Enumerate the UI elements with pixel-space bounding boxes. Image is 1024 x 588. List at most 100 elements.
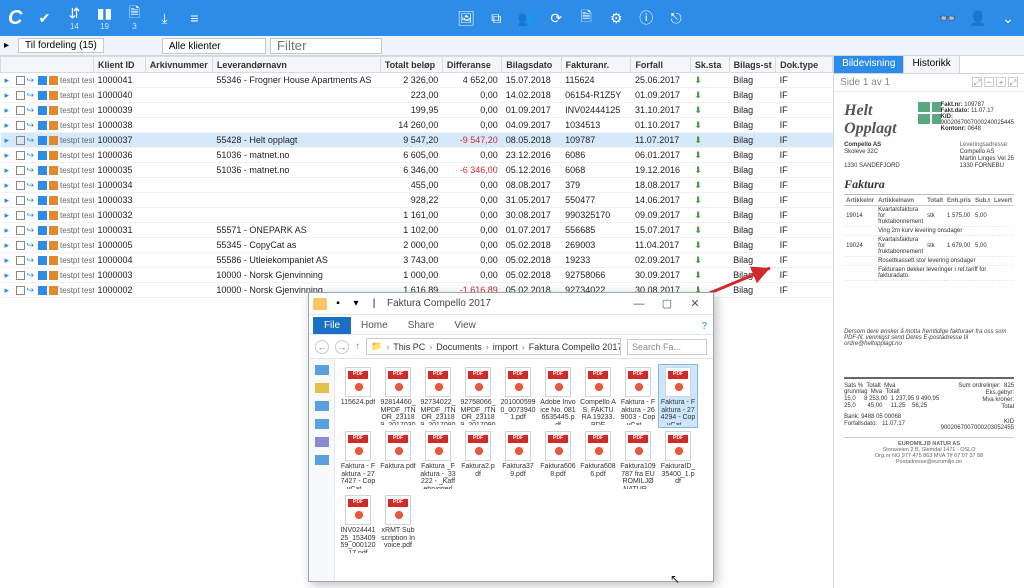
pdf-icon bbox=[665, 431, 691, 461]
grid-header[interactable]: Fakturanr. bbox=[561, 57, 631, 73]
zoom-controls[interactable]: ⤢−+⤢ bbox=[970, 77, 1018, 88]
pdf-icon bbox=[505, 431, 531, 461]
pdf-icon bbox=[465, 367, 491, 397]
nav-fwd[interactable]: → bbox=[335, 340, 349, 354]
app-logo: C bbox=[8, 7, 22, 30]
grid-row[interactable]: ▸↪ testpt testpt100000455586 - Utleiekom… bbox=[1, 253, 833, 268]
explorer-titlebar[interactable]: ▪ ▾ | Faktura Compello 2017 — ▢ ✕ bbox=[309, 293, 713, 315]
expand-icon[interactable]: ▸ bbox=[4, 40, 18, 51]
info-icon[interactable]: ⓘ bbox=[638, 10, 654, 26]
ribbon-share[interactable]: Share bbox=[398, 317, 445, 334]
maximize-button[interactable]: ▢ bbox=[653, 295, 681, 313]
tab-history[interactable]: Historikk bbox=[904, 56, 959, 73]
file-item[interactable]: INV02444125_15340959_00012017.pdf bbox=[339, 493, 377, 555]
file-item[interactable]: Faktura2.pdf bbox=[459, 429, 497, 491]
ribbon-view[interactable]: View bbox=[444, 317, 486, 334]
pdf-icon bbox=[345, 431, 371, 461]
file-item[interactable]: 2010005990_00739401.pdf bbox=[499, 365, 537, 427]
grid-header[interactable]: Dok.type bbox=[776, 57, 833, 73]
pdf-icon bbox=[545, 431, 571, 461]
file-item[interactable]: FakturaID_35400_1.pdf bbox=[659, 429, 697, 491]
invoice-preview: Helt Opplagt Fakt.nr: 109787 Fakt.dato: … bbox=[834, 92, 1024, 588]
page-icon[interactable]: 🗎 bbox=[578, 10, 594, 26]
ribbon-home[interactable]: Home bbox=[351, 317, 398, 334]
grid-row[interactable]: ▸↪ testpt testpt100000310000 - Norsk Gje… bbox=[1, 268, 833, 283]
grid-row[interactable]: ▸↪ testpt testpt100003551036 - matnet.no… bbox=[1, 163, 833, 178]
glasses-icon[interactable]: 👓 bbox=[940, 10, 956, 26]
close-button[interactable]: ✕ bbox=[681, 295, 709, 313]
nav-back[interactable]: ← bbox=[315, 340, 329, 354]
grid-header[interactable]: Totalt beløp bbox=[380, 57, 442, 73]
help-icon[interactable]: ? bbox=[695, 319, 713, 334]
user-icon[interactable]: 👤 bbox=[970, 10, 986, 26]
file-item[interactable]: Faktura.pdf bbox=[379, 429, 417, 491]
tab-image[interactable]: Bildevisning bbox=[834, 56, 904, 73]
grid-header[interactable]: Bilags-st bbox=[729, 57, 776, 73]
logout-icon[interactable]: ⎋ bbox=[668, 10, 684, 26]
grid-header[interactable]: Bilagsdato bbox=[502, 57, 561, 73]
app-toolbar: C ✔ ⇵14 ▮▮19 🗎3 ⤓ ≡ 🖼 ⧉ 👥 ⟳ 🗎 ⚙ ⓘ ⎋ 👓 👤 … bbox=[0, 0, 1024, 36]
explorer-search[interactable]: Search Fa... bbox=[627, 339, 707, 355]
file-item[interactable]: Faktura - Faktura - 269003 - CopyCat ... bbox=[619, 365, 657, 427]
file-item[interactable]: Compello AS, FAKTURA 19233.PDF bbox=[579, 365, 617, 427]
grid-header[interactable]: Leverandørnavn bbox=[212, 57, 380, 73]
gear-icon[interactable]: ⚙ bbox=[608, 10, 624, 26]
copy-icon[interactable]: ⧉ bbox=[488, 10, 504, 26]
refresh-icon[interactable]: ⟳ bbox=[548, 10, 564, 26]
users-icon[interactable]: 👥 bbox=[518, 10, 534, 26]
export-icon[interactable]: ⤓ bbox=[156, 10, 172, 26]
file-explorer-window[interactable]: ▪ ▾ | Faktura Compello 2017 — ▢ ✕ File H… bbox=[308, 292, 714, 582]
grid-row[interactable]: ▸↪ testpt testpt1000039199,950,0001.09.2… bbox=[1, 103, 833, 118]
ribbon-file[interactable]: File bbox=[313, 317, 351, 334]
grid-row[interactable]: ▸↪ testpt testpt100003755428 - Helt oppl… bbox=[1, 133, 833, 148]
chevron-down-icon[interactable]: ⌄ bbox=[1000, 10, 1016, 26]
grid-row[interactable]: ▸↪ testpt testpt100003651036 - matnet.no… bbox=[1, 148, 833, 163]
preview-pane: Bildevisning Historikk Side 1 av 1 ⤢−+⤢ … bbox=[833, 56, 1024, 588]
grid-header[interactable] bbox=[1, 57, 94, 73]
text-filter[interactable] bbox=[270, 38, 382, 54]
grid-row[interactable]: ▸↪ testpt testpt100000555345 - CopyCat a… bbox=[1, 238, 833, 253]
pdf-icon bbox=[625, 431, 651, 461]
archive-button[interactable]: ▮▮19 bbox=[96, 6, 112, 31]
breadcrumb[interactable]: 📁 › This PC › Documents › import › Faktu… bbox=[366, 338, 621, 355]
grid-header[interactable]: Sk.sta bbox=[690, 57, 729, 73]
file-item[interactable]: Faktura109787 fra EUROMILJØ NATUR... bbox=[619, 429, 657, 491]
view-tab[interactable]: Til fordeling (15) bbox=[18, 38, 104, 53]
file-item[interactable]: Faktura379.pdf bbox=[499, 429, 537, 491]
file-item[interactable]: Faktura _Faktura -_33222 - _Kaffebrygger… bbox=[419, 429, 457, 491]
file-item[interactable]: Faktura - Faktura - 277427 - CopyCat ... bbox=[339, 429, 377, 491]
grid-row[interactable]: ▸↪ testpt testpt1000040223,000,0014.02.2… bbox=[1, 88, 833, 103]
file-item[interactable]: 92734022_MPDF_ITNOR_231189_20170801... bbox=[419, 365, 457, 427]
client-filter[interactable]: Alle klienter bbox=[162, 38, 266, 54]
explorer-nav[interactable] bbox=[309, 359, 335, 581]
file-item[interactable]: Adobe Invoice No. 0816635445.pdf bbox=[539, 365, 577, 427]
pdf-icon bbox=[585, 367, 611, 397]
file-item[interactable]: Faktura6086.pdf bbox=[579, 429, 617, 491]
sliders-icon[interactable]: ≡ bbox=[186, 10, 202, 26]
file-item[interactable]: 115624.pdf bbox=[339, 365, 377, 427]
grid-row[interactable]: ▸↪ testpt testpt100004155346 - Frogner H… bbox=[1, 73, 833, 88]
qat-icon[interactable]: ▪ bbox=[331, 297, 345, 311]
nav-up[interactable]: ↑ bbox=[355, 341, 360, 352]
file-grid: 115624.pdf92814460_MPDF_ITNOR_231189_201… bbox=[335, 359, 713, 581]
grid-row[interactable]: ▸↪ testpt testpt1000034455,000,0008.08.2… bbox=[1, 178, 833, 193]
grid-row[interactable]: ▸↪ testpt testpt10000321 161,000,0030.08… bbox=[1, 208, 833, 223]
file-item[interactable]: 92758066_MPDF_ITNOR_231189_20170901... bbox=[459, 365, 497, 427]
minimize-button[interactable]: — bbox=[625, 295, 653, 313]
grid-row[interactable]: ▸↪ testpt testpt100003155571 - ONEPARK A… bbox=[1, 223, 833, 238]
grid-row[interactable]: ▸↪ testpt testpt100003814 260,000,0004.0… bbox=[1, 118, 833, 133]
grid-header[interactable]: Differanse bbox=[442, 57, 501, 73]
grid-header[interactable]: Klient ID bbox=[94, 57, 146, 73]
distribute-button[interactable]: ⇵14 bbox=[66, 6, 82, 31]
file-item[interactable]: Faktura6068.pdf bbox=[539, 429, 577, 491]
file-item[interactable]: xRMT Subscription Invoice.pdf bbox=[379, 493, 417, 555]
file-item[interactable]: 92814460_MPDF_ITNOR_231189_20170301... bbox=[379, 365, 417, 427]
image-icon[interactable]: 🖼 bbox=[458, 10, 474, 26]
grid-header[interactable]: Forfall bbox=[631, 57, 690, 73]
qat-icon[interactable]: ▾ bbox=[349, 297, 363, 311]
file-item[interactable]: Faktura - Faktura - 274294 - CopyCat ... bbox=[659, 365, 697, 427]
grid-header[interactable]: Arkivnummer bbox=[145, 57, 212, 73]
new-doc-button[interactable]: 🗎3 bbox=[126, 6, 142, 31]
grid-row[interactable]: ▸↪ testpt testpt1000033928,220,0031.05.2… bbox=[1, 193, 833, 208]
approve-icon[interactable]: ✔ bbox=[36, 10, 52, 26]
